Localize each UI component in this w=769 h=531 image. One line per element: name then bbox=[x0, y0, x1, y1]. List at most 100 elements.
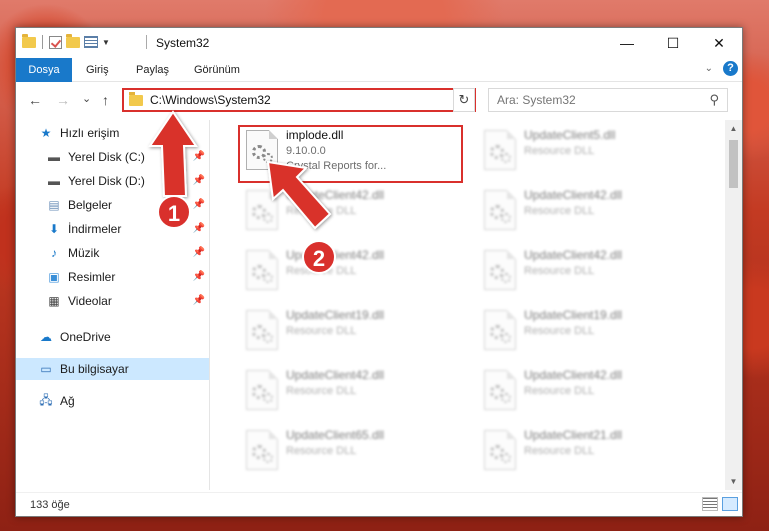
file-name: UpdateClient42.dll bbox=[524, 368, 623, 382]
navigation-pane: ★ Hızlı erişim ▬ Yerel Disk (C:) 📌 ▬ Yer… bbox=[16, 120, 209, 490]
dll-file-icon bbox=[484, 430, 516, 470]
list-item[interactable]: UpdateClient42.dll Resource DLL bbox=[238, 366, 458, 418]
search-input[interactable] bbox=[497, 90, 697, 110]
file-name: UpdateClient19.dll bbox=[524, 308, 623, 322]
dll-file-icon bbox=[484, 130, 516, 170]
documents-icon: ▤ bbox=[48, 198, 60, 212]
list-item[interactable]: UpdateClient42.dll Resource DLL bbox=[476, 366, 696, 418]
tab-home[interactable]: Giriş bbox=[86, 58, 109, 82]
list-item[interactable]: UpdateClient19.dll Resource DLL bbox=[238, 306, 458, 358]
file-description: Resource DLL bbox=[524, 205, 595, 217]
list-item[interactable]: UpdateClient19.dll Resource DLL bbox=[476, 306, 696, 358]
scroll-down-icon[interactable]: ▼ bbox=[725, 473, 742, 490]
sidebar-item-label: Ağ bbox=[60, 394, 75, 408]
properties-check-icon[interactable] bbox=[49, 35, 62, 49]
customize-toolbar-chevron-icon[interactable]: ▼ bbox=[102, 38, 110, 47]
tab-file[interactable]: Dosya bbox=[16, 58, 72, 82]
search-icon[interactable]: ⚲ bbox=[709, 92, 719, 108]
ribbon-tabs: Dosya Giriş Paylaş Görünüm ⌄ ? bbox=[16, 58, 742, 82]
pin-icon[interactable]: 📌 bbox=[193, 247, 205, 258]
file-name: UpdateClient19.dll bbox=[286, 308, 385, 322]
list-item[interactable]: UpdateClient42.dll Resource DLL bbox=[476, 246, 696, 298]
sidebar-item-label: İndirmeler bbox=[68, 222, 122, 236]
pin-icon[interactable]: 📌 bbox=[193, 199, 205, 210]
vertical-scrollbar[interactable]: ▲ ▼ bbox=[725, 120, 742, 490]
scroll-up-icon[interactable]: ▲ bbox=[725, 120, 742, 137]
folder-icon[interactable] bbox=[22, 33, 36, 48]
tiles-view-icon[interactable] bbox=[722, 497, 738, 511]
music-icon: ♪ bbox=[51, 246, 57, 260]
dll-file-icon bbox=[484, 310, 516, 350]
navigation-bar: ← → ⌄ ↑ C:\Windows\System32 ⌄ ↻ ⚲ bbox=[16, 84, 742, 116]
file-description: Crystal Reports for... bbox=[286, 160, 387, 172]
sidebar-item-local-disk-d[interactable]: ▬ Yerel Disk (D:) 📌 bbox=[16, 170, 209, 192]
view-properties-icon[interactable] bbox=[84, 36, 98, 48]
help-icon[interactable]: ? bbox=[723, 61, 738, 76]
details-view-icon[interactable] bbox=[702, 497, 718, 511]
window-controls: — ☐ ✕ bbox=[604, 28, 742, 58]
list-item[interactable]: UpdateClient5.dll Resource DLL bbox=[476, 126, 696, 178]
forward-arrow-icon[interactable]: → bbox=[56, 92, 70, 108]
file-description: Resource DLL bbox=[524, 325, 595, 337]
file-name: UpdateClient21.dll bbox=[524, 428, 623, 442]
file-name: UpdateClient65.dll bbox=[286, 428, 385, 442]
sidebar-item-local-disk-c[interactable]: ▬ Yerel Disk (C:) 📌 bbox=[16, 146, 209, 168]
sidebar-item-label: OneDrive bbox=[60, 330, 111, 344]
pin-icon[interactable]: 📌 bbox=[193, 271, 205, 282]
maximize-button[interactable]: ☐ bbox=[650, 28, 696, 58]
file-name: implode.dll bbox=[286, 128, 344, 142]
dll-file-icon bbox=[484, 370, 516, 410]
sidebar-item-quick-access[interactable]: ★ Hızlı erişim bbox=[16, 122, 209, 144]
scroll-thumb[interactable] bbox=[729, 140, 738, 188]
list-item[interactable]: UpdateClient21.dll Resource DLL bbox=[476, 426, 696, 478]
title-separator bbox=[146, 35, 147, 49]
new-folder-icon[interactable] bbox=[66, 33, 80, 48]
back-arrow-icon[interactable]: ← bbox=[28, 92, 42, 108]
list-item[interactable]: UpdateClient42.dll Resource DLL bbox=[476, 186, 696, 238]
list-item[interactable]: UpdateClient42.dll Resource DLL bbox=[238, 186, 458, 238]
status-bar: 133 öğe bbox=[16, 492, 742, 516]
dll-file-icon bbox=[484, 250, 516, 290]
sidebar-item-network[interactable]: 🖧 Ağ bbox=[16, 390, 209, 412]
quick-access-toolbar: ▼ bbox=[22, 33, 110, 49]
pin-icon[interactable]: 📌 bbox=[193, 295, 205, 306]
sidebar-item-onedrive[interactable]: ☁ OneDrive bbox=[16, 326, 209, 348]
file-name: UpdateClient42.dll bbox=[524, 248, 623, 262]
close-button[interactable]: ✕ bbox=[696, 28, 742, 58]
sidebar-item-music[interactable]: ♪ Müzik 📌 bbox=[16, 242, 209, 264]
minimize-button[interactable]: — bbox=[604, 28, 650, 58]
view-toggle bbox=[702, 497, 738, 511]
step-1-badge: 1 bbox=[157, 195, 191, 229]
title-bar: ▼ System32 — ☐ ✕ bbox=[16, 28, 742, 58]
recent-locations-chevron-icon[interactable]: ⌄ bbox=[82, 92, 91, 105]
expand-ribbon-chevron-icon[interactable]: ⌄ bbox=[705, 63, 713, 74]
pin-icon[interactable]: 📌 bbox=[193, 151, 205, 162]
dll-file-icon bbox=[246, 190, 278, 230]
tab-share[interactable]: Paylaş bbox=[136, 58, 169, 82]
address-bar[interactable]: C:\Windows\System32 ⌄ bbox=[122, 88, 476, 112]
sidebar-item-videos[interactable]: ▦ Videolar 📌 bbox=[16, 290, 209, 312]
pin-icon[interactable]: 📌 bbox=[193, 223, 205, 234]
dll-file-icon bbox=[484, 190, 516, 230]
tab-view[interactable]: Görünüm bbox=[194, 58, 240, 82]
file-item-implode-dll[interactable]: implode.dll 9.10.0.0 Crystal Reports for… bbox=[238, 126, 458, 178]
sidebar-item-label: Videolar bbox=[68, 294, 112, 308]
computer-icon: ▭ bbox=[40, 362, 52, 376]
address-path[interactable]: C:\Windows\System32 bbox=[150, 93, 271, 107]
up-arrow-icon[interactable]: ↑ bbox=[102, 92, 109, 108]
sidebar-item-this-pc[interactable]: ▭ Bu bilgisayar bbox=[16, 358, 209, 380]
step-2-badge: 2 bbox=[302, 240, 336, 274]
pin-icon[interactable]: 📌 bbox=[193, 175, 205, 186]
refresh-button[interactable]: ↻ bbox=[453, 88, 475, 112]
cloud-icon: ☁ bbox=[40, 330, 52, 344]
file-name: UpdateClient42.dll bbox=[286, 188, 385, 202]
sidebar-item-label: Yerel Disk (C:) bbox=[68, 150, 145, 164]
list-item[interactable]: UpdateClient42.dll Resource DLL bbox=[238, 246, 458, 298]
search-box[interactable]: ⚲ bbox=[488, 88, 728, 112]
sidebar-item-label: Belgeler bbox=[68, 198, 113, 212]
sidebar-item-pictures[interactable]: ▣ Resimler 📌 bbox=[16, 266, 209, 288]
sidebar-item-label: Müzik bbox=[68, 246, 100, 260]
file-name: UpdateClient5.dll bbox=[524, 128, 616, 142]
list-item[interactable]: UpdateClient65.dll Resource DLL bbox=[238, 426, 458, 478]
file-description: Resource DLL bbox=[286, 385, 357, 397]
